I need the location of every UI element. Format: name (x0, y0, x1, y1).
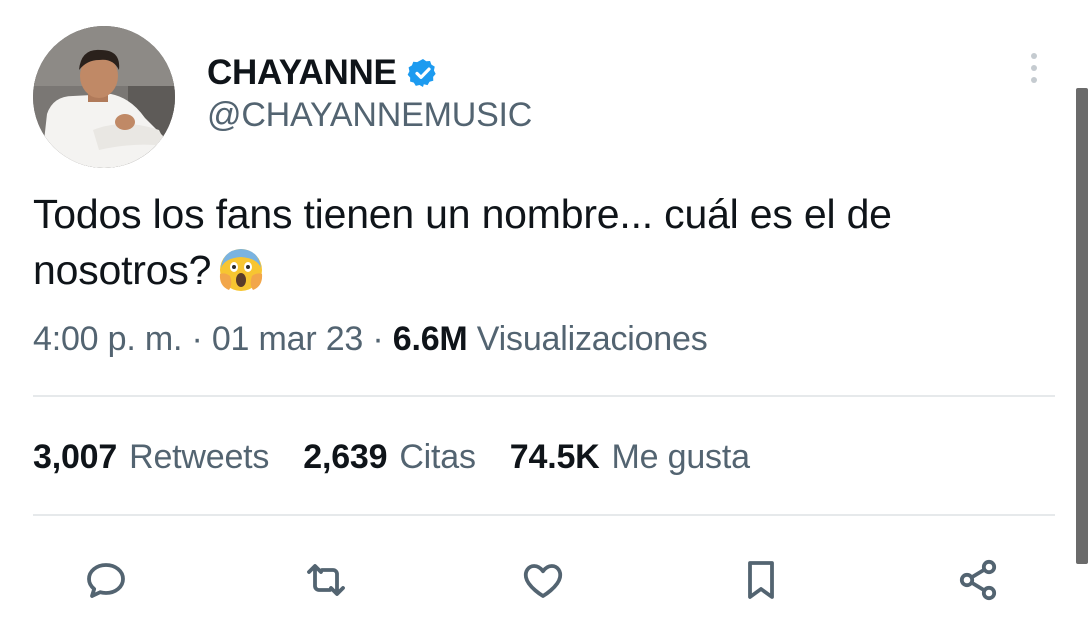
face-screaming-in-fear-icon (217, 246, 265, 294)
bookmark-button[interactable] (733, 552, 789, 608)
like-button[interactable] (515, 552, 571, 608)
author-name-row[interactable]: CHAYANNE (207, 52, 439, 94)
tweet-action-bar (0, 552, 1088, 608)
meta-separator: · (372, 320, 384, 358)
share-icon (959, 559, 997, 601)
quotes-label: Citas (399, 438, 476, 476)
avatar[interactable] (33, 26, 175, 168)
meta-separator: · (191, 320, 203, 358)
divider (33, 395, 1055, 397)
more-options-icon[interactable] (1024, 50, 1044, 90)
like-icon (523, 564, 563, 598)
tweet-text-content: Todos los fans tienen un nombre... cuál … (33, 191, 892, 293)
retweets-label: Retweets (129, 438, 270, 476)
tweet-time[interactable]: 4:00 p. m. (33, 320, 182, 358)
retweet-button[interactable] (298, 552, 354, 608)
author-handle[interactable]: @CHAYANNEMUSIC (207, 96, 532, 135)
tweet-text: Todos los fans tienen un nombre... cuál … (33, 186, 1043, 298)
scrollbar[interactable] (1076, 88, 1088, 564)
bookmark-icon (748, 561, 774, 599)
likes-stat[interactable]: 74.5K Me gusta (510, 438, 750, 477)
retweet-icon (307, 564, 345, 596)
likes-label: Me gusta (611, 438, 750, 476)
quotes-stat[interactable]: 2,639 Citas (303, 438, 476, 477)
tweet-meta: 4:00 p. m. · 01 mar 23 · 6.6M Visualizac… (33, 320, 708, 359)
views-count: 6.6M (392, 320, 468, 358)
divider (33, 514, 1055, 516)
likes-count: 74.5K (509, 438, 600, 476)
display-name[interactable]: CHAYANNE (207, 53, 397, 93)
retweets-count: 3,007 (33, 438, 118, 476)
verified-badge-icon (407, 57, 439, 89)
share-button[interactable] (950, 552, 1006, 608)
quotes-count: 2,639 (303, 438, 388, 476)
avatar-photo (33, 26, 175, 168)
reply-icon (87, 563, 125, 598)
tweet-date[interactable]: 01 mar 23 (212, 320, 363, 358)
retweets-stat[interactable]: 3,007 Retweets (33, 438, 269, 477)
tweet-stats: 3,007 Retweets 2,639 Citas 74.5K Me gust… (33, 438, 750, 477)
reply-button[interactable] (78, 552, 134, 608)
views-label: Visualizaciones (476, 320, 708, 358)
